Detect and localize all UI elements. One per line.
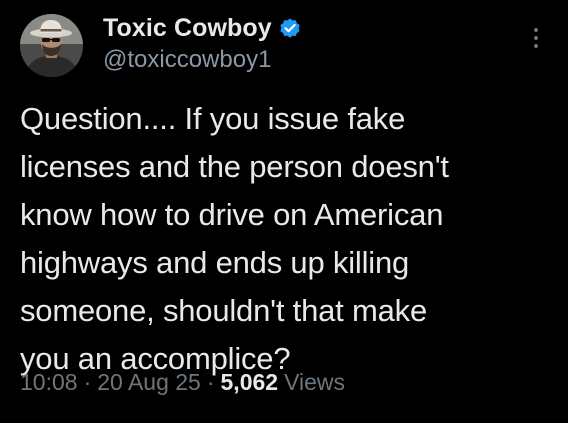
views-label[interactable]: Views bbox=[284, 369, 345, 396]
avatar[interactable] bbox=[20, 14, 83, 77]
views-count: 5,062 bbox=[220, 369, 279, 395]
tweet-date[interactable]: 20 Aug 25 bbox=[97, 369, 201, 396]
display-name[interactable]: Toxic Cowboy bbox=[103, 14, 272, 43]
cowboy-avatar-icon bbox=[20, 14, 83, 77]
more-vertical-icon[interactable] bbox=[530, 28, 542, 54]
meta-separator: · bbox=[206, 369, 215, 395]
name-row: Toxic Cowboy bbox=[103, 12, 302, 44]
tweet-meta: 10:08 · 20 Aug 25 · 5,062 Views bbox=[20, 369, 345, 396]
tweet-time[interactable]: 10:08 bbox=[20, 369, 78, 396]
meta-separator: · bbox=[83, 369, 92, 395]
tweet-card: Toxic Cowboy @toxiccowboy1 Question.... … bbox=[0, 0, 568, 423]
tweet-text: Question.... If you issue fake licenses … bbox=[20, 101, 449, 376]
verified-badge-icon bbox=[278, 16, 302, 40]
user-handle[interactable]: @toxiccowboy1 bbox=[103, 46, 271, 74]
